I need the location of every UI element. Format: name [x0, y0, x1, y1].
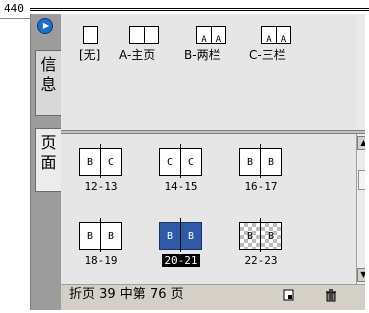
spread-label: 12-13 [84, 180, 118, 193]
spread-20-21[interactable]: B B 20-21 [157, 218, 205, 267]
new-page-icon [283, 289, 294, 301]
master-page-icon [83, 26, 98, 44]
spread-spine [260, 144, 261, 178]
ruler-corner: 440 [0, 0, 30, 36]
master-c[interactable]: AA C-三栏 [249, 26, 291, 63]
spread-14-15[interactable]: C C 14-15 [157, 144, 205, 193]
page-right: B [260, 148, 282, 176]
spread-spine [260, 218, 261, 252]
master-label: [无] [79, 48, 101, 62]
spread-12-13[interactable]: B C 12-13 [77, 144, 125, 193]
panel-tab-strip: ▶ 信 息 页 面 [31, 14, 61, 310]
page-edge-line-2 [30, 10, 369, 11]
master-page-right-icon: A [276, 26, 291, 45]
ruler-tick [0, 18, 30, 19]
arrow-right-icon: ▶ [42, 21, 50, 30]
document-pages-section: B C 12-13 C C 14-15 B B 16-17 B B 18-19 … [61, 134, 356, 284]
master-page-right-icon: A [211, 26, 226, 45]
page-left: B [159, 222, 181, 250]
panel-status-bar: 折页 39 中第 76 页 [61, 284, 369, 306]
page-right: C [100, 148, 122, 176]
page-right: B [260, 222, 282, 250]
page-left: B [239, 148, 261, 176]
master-b[interactable]: AA B-两栏 [184, 26, 226, 63]
spread-label: 14-15 [164, 180, 198, 193]
master-label: B-两栏 [184, 48, 221, 62]
page-left: C [159, 148, 181, 176]
spread-spine [180, 144, 181, 178]
page-right: B [100, 222, 122, 250]
pages-panel: ▶ 信 息 页 面 [无] A-主页 AA B-两栏 A A C-三栏 B C … [30, 14, 369, 310]
page-right: B [180, 222, 202, 250]
spread-spine [100, 144, 101, 178]
panel-menu-button[interactable]: ▶ [37, 18, 53, 34]
page-left: B [79, 148, 101, 176]
page-left: B [239, 222, 261, 250]
spread-label: 22-23 [244, 254, 278, 267]
spread-label: 16-17 [244, 180, 278, 193]
panel-edge [365, 14, 369, 313]
tab-pages[interactable]: 页 面 [35, 128, 61, 192]
spread-16-17[interactable]: B B 16-17 [237, 144, 285, 193]
spread-spine [180, 218, 181, 252]
master-none[interactable]: [无] [79, 26, 100, 63]
master-label: A-主页 [119, 48, 156, 62]
ruler-value: 440 [4, 2, 24, 15]
tab-pages-label: 页 面 [40, 133, 57, 172]
master-page-left-icon [129, 26, 144, 44]
new-page-button[interactable] [281, 288, 297, 302]
master-label: C-三栏 [249, 48, 286, 62]
trash-icon [326, 288, 336, 301]
master-page-left-icon: A [261, 26, 276, 45]
tab-info-label: 信 息 [40, 55, 57, 94]
master-a[interactable]: A-主页 [119, 26, 159, 63]
master-page-right-icon [144, 26, 159, 44]
tab-info[interactable]: 信 息 [35, 50, 61, 116]
page-right: C [180, 148, 202, 176]
page-left: B [79, 222, 101, 250]
delete-page-button[interactable] [323, 288, 339, 302]
spread-18-19[interactable]: B B 18-19 [77, 218, 125, 267]
master-pages-section: [无] A-主页 AA B-两栏 AA C-三栏 [61, 14, 369, 130]
page-edge-line [30, 8, 369, 9]
spread-label: 20-21 [162, 254, 200, 267]
master-page-left-icon: A [196, 26, 211, 45]
spread-label: 18-19 [84, 254, 118, 267]
page-count-status: 折页 39 中第 76 页 [69, 287, 184, 302]
spread-spine [100, 218, 101, 252]
spread-22-23[interactable]: B B 22-23 [237, 218, 285, 267]
